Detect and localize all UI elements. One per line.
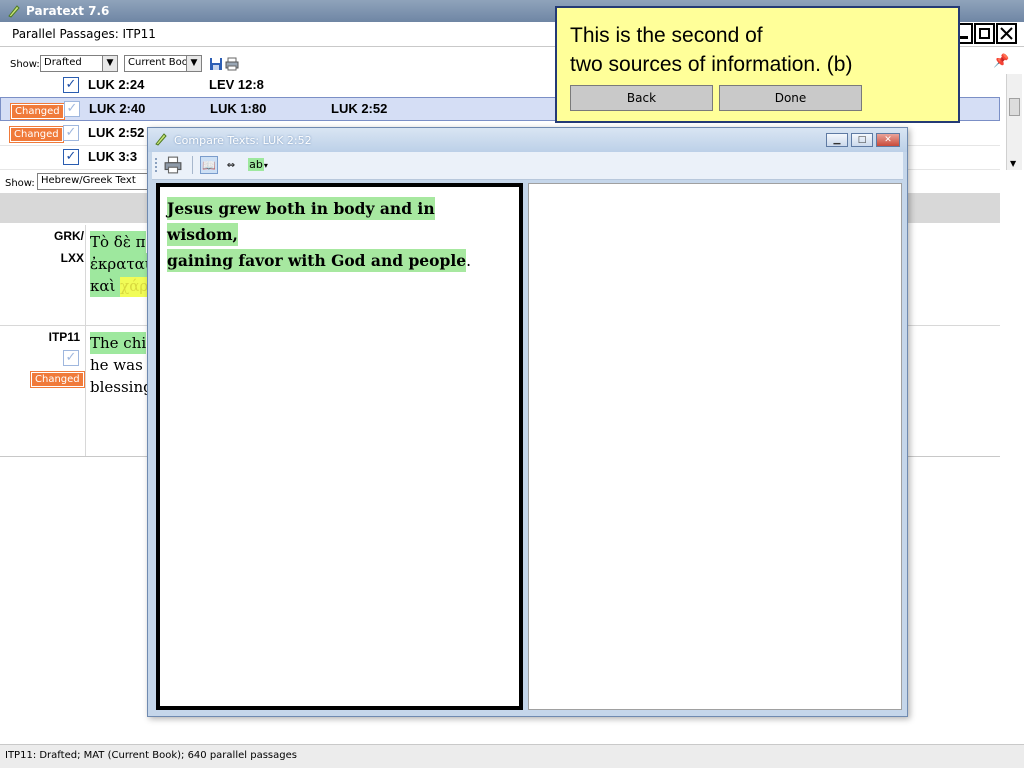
book-filter-dropdown[interactable]: Current Book ▼	[124, 55, 202, 72]
side-by-side-button[interactable]: ⇔	[222, 156, 240, 174]
text-source-label: GRK/	[54, 229, 84, 243]
parallel-passages-title: Parallel Passages: ITP11	[12, 27, 156, 41]
maximize-button[interactable]	[974, 23, 995, 44]
show-label: Show:	[10, 59, 40, 70]
back-button[interactable]: Back	[570, 85, 713, 111]
print-icon[interactable]	[225, 57, 239, 71]
checkbox-checked[interactable]: ✓	[63, 125, 79, 141]
passage-ref[interactable]: LUK 2:52	[88, 125, 144, 140]
dialog-toolbar: 📖 ⇔ ab▾	[152, 152, 903, 180]
scroll-down-arrow-icon[interactable]: ▼	[1010, 159, 1016, 168]
show-label: Show:	[5, 178, 35, 189]
maximize-icon: □	[857, 135, 867, 145]
text-source-dropdown[interactable]: Hebrew/Greek Text	[37, 173, 157, 190]
dialog-title-bar[interactable]: Compare Texts: LUK 2:52 ▁ □ ✕	[148, 128, 907, 152]
toolbar-separator	[192, 156, 193, 174]
compare-text-left: Jesus grew both in body and in wisdom, g…	[167, 196, 507, 274]
tooltip-message: This is the second of two sources of inf…	[570, 21, 950, 79]
greek-text-line: Τὸ δὲ π	[90, 231, 146, 253]
tooltip-line-1: This is the second of	[570, 24, 763, 47]
text-source-label: LXX	[60, 251, 84, 265]
pin-icon[interactable]: 📌	[993, 54, 1009, 70]
changed-badge: Changed	[10, 103, 65, 120]
changed-badge: Changed	[30, 371, 85, 388]
ab-highlight-icon: ab	[248, 158, 264, 171]
matching-text-line: Jesus grew both in body and in wisdom,	[167, 197, 435, 246]
print-icon[interactable]	[164, 156, 182, 174]
text-source-value: Hebrew/Greek Text	[41, 175, 136, 186]
project-text-line: he was f	[90, 356, 154, 374]
project-text-line: The chi	[90, 332, 147, 354]
yellow-highlight-mark	[120, 277, 150, 297]
book-filter-value: Current Book	[128, 57, 194, 68]
status-filter-value: Drafted	[44, 57, 82, 68]
dialog-minimize-button[interactable]: ▁	[826, 133, 848, 147]
text-tail: .	[466, 252, 472, 270]
checkbox-checked[interactable]: ✓	[63, 77, 79, 93]
save-icon[interactable]	[209, 57, 223, 71]
paratext-logo-icon	[8, 5, 20, 18]
passage-ref[interactable]: LUK 1:80	[210, 101, 266, 116]
checkbox-checked[interactable]: ✓	[63, 149, 79, 165]
open-book-icon: 📖	[202, 159, 216, 172]
filter-toolbar: Show: Drafted ▼ Current Book ▼	[0, 52, 560, 74]
chevron-down-icon: ▼	[186, 56, 201, 71]
minimize-icon: ▁	[833, 135, 841, 145]
compare-pane-left[interactable]: Jesus grew both in body and in wisdom, g…	[156, 183, 523, 710]
tooltip-suffix: (b)	[826, 53, 853, 76]
highlight-differences-button[interactable]: ab▾	[244, 156, 272, 174]
close-button[interactable]	[996, 23, 1017, 44]
greek-text-line: ἐκραται	[90, 253, 151, 275]
chevron-down-icon: ▾	[263, 161, 268, 170]
status-bar: ITP11: Drafted; MAT (Current Book); 640 …	[0, 744, 1024, 768]
checkbox-checked[interactable]: ✓	[64, 101, 80, 117]
paratext-logo-icon	[155, 133, 167, 146]
grid-scrollbar[interactable]: ▼	[1006, 74, 1022, 170]
tutorial-tooltip: This is the second of two sources of inf…	[555, 6, 960, 123]
status-text: ITP11: Drafted; MAT (Current Book); 640 …	[5, 750, 297, 761]
app-title: Paratext 7.6	[26, 4, 110, 18]
compare-texts-dialog: Compare Texts: LUK 2:52 ▁ □ ✕ 📖 ⇔ ab▾ Je…	[147, 127, 908, 717]
passage-ref[interactable]: LUK 2:40	[89, 101, 145, 116]
tooltip-line-2: two sources of information.	[570, 53, 821, 76]
toolbar-grip	[155, 158, 157, 172]
passage-ref[interactable]: LUK 3:3	[88, 149, 137, 164]
done-button[interactable]: Done	[719, 85, 862, 111]
matching-text-line: gaining favor with God and people	[167, 249, 467, 272]
project-text-line: blessing	[90, 378, 153, 396]
checkbox-checked[interactable]: ✓	[63, 350, 79, 366]
arrows-horizontal-icon: ⇔	[226, 160, 236, 171]
changed-badge: Changed	[9, 126, 64, 143]
dialog-maximize-button[interactable]: □	[851, 133, 873, 147]
column-divider	[85, 225, 86, 325]
book-view-button[interactable]: 📖	[200, 156, 218, 174]
text-source-label: ITP11	[48, 330, 80, 344]
status-filter-dropdown[interactable]: Drafted ▼	[40, 55, 118, 72]
maximize-icon	[979, 28, 990, 39]
passage-ref[interactable]: LUK 2:24	[88, 77, 144, 92]
dialog-close-button[interactable]: ✕	[876, 133, 900, 147]
passage-ref[interactable]: LEV 12:8	[209, 77, 264, 92]
column-divider	[85, 326, 86, 456]
close-icon	[1000, 27, 1013, 40]
passage-ref[interactable]: LUK 2:52	[331, 101, 387, 116]
compare-pane-right[interactable]	[528, 183, 902, 710]
dialog-title: Compare Texts: LUK 2:52	[174, 134, 312, 147]
scroll-thumb[interactable]	[1009, 98, 1020, 116]
close-icon: ✕	[884, 135, 892, 145]
chevron-down-icon: ▼	[102, 56, 117, 71]
window-controls	[952, 23, 1022, 45]
